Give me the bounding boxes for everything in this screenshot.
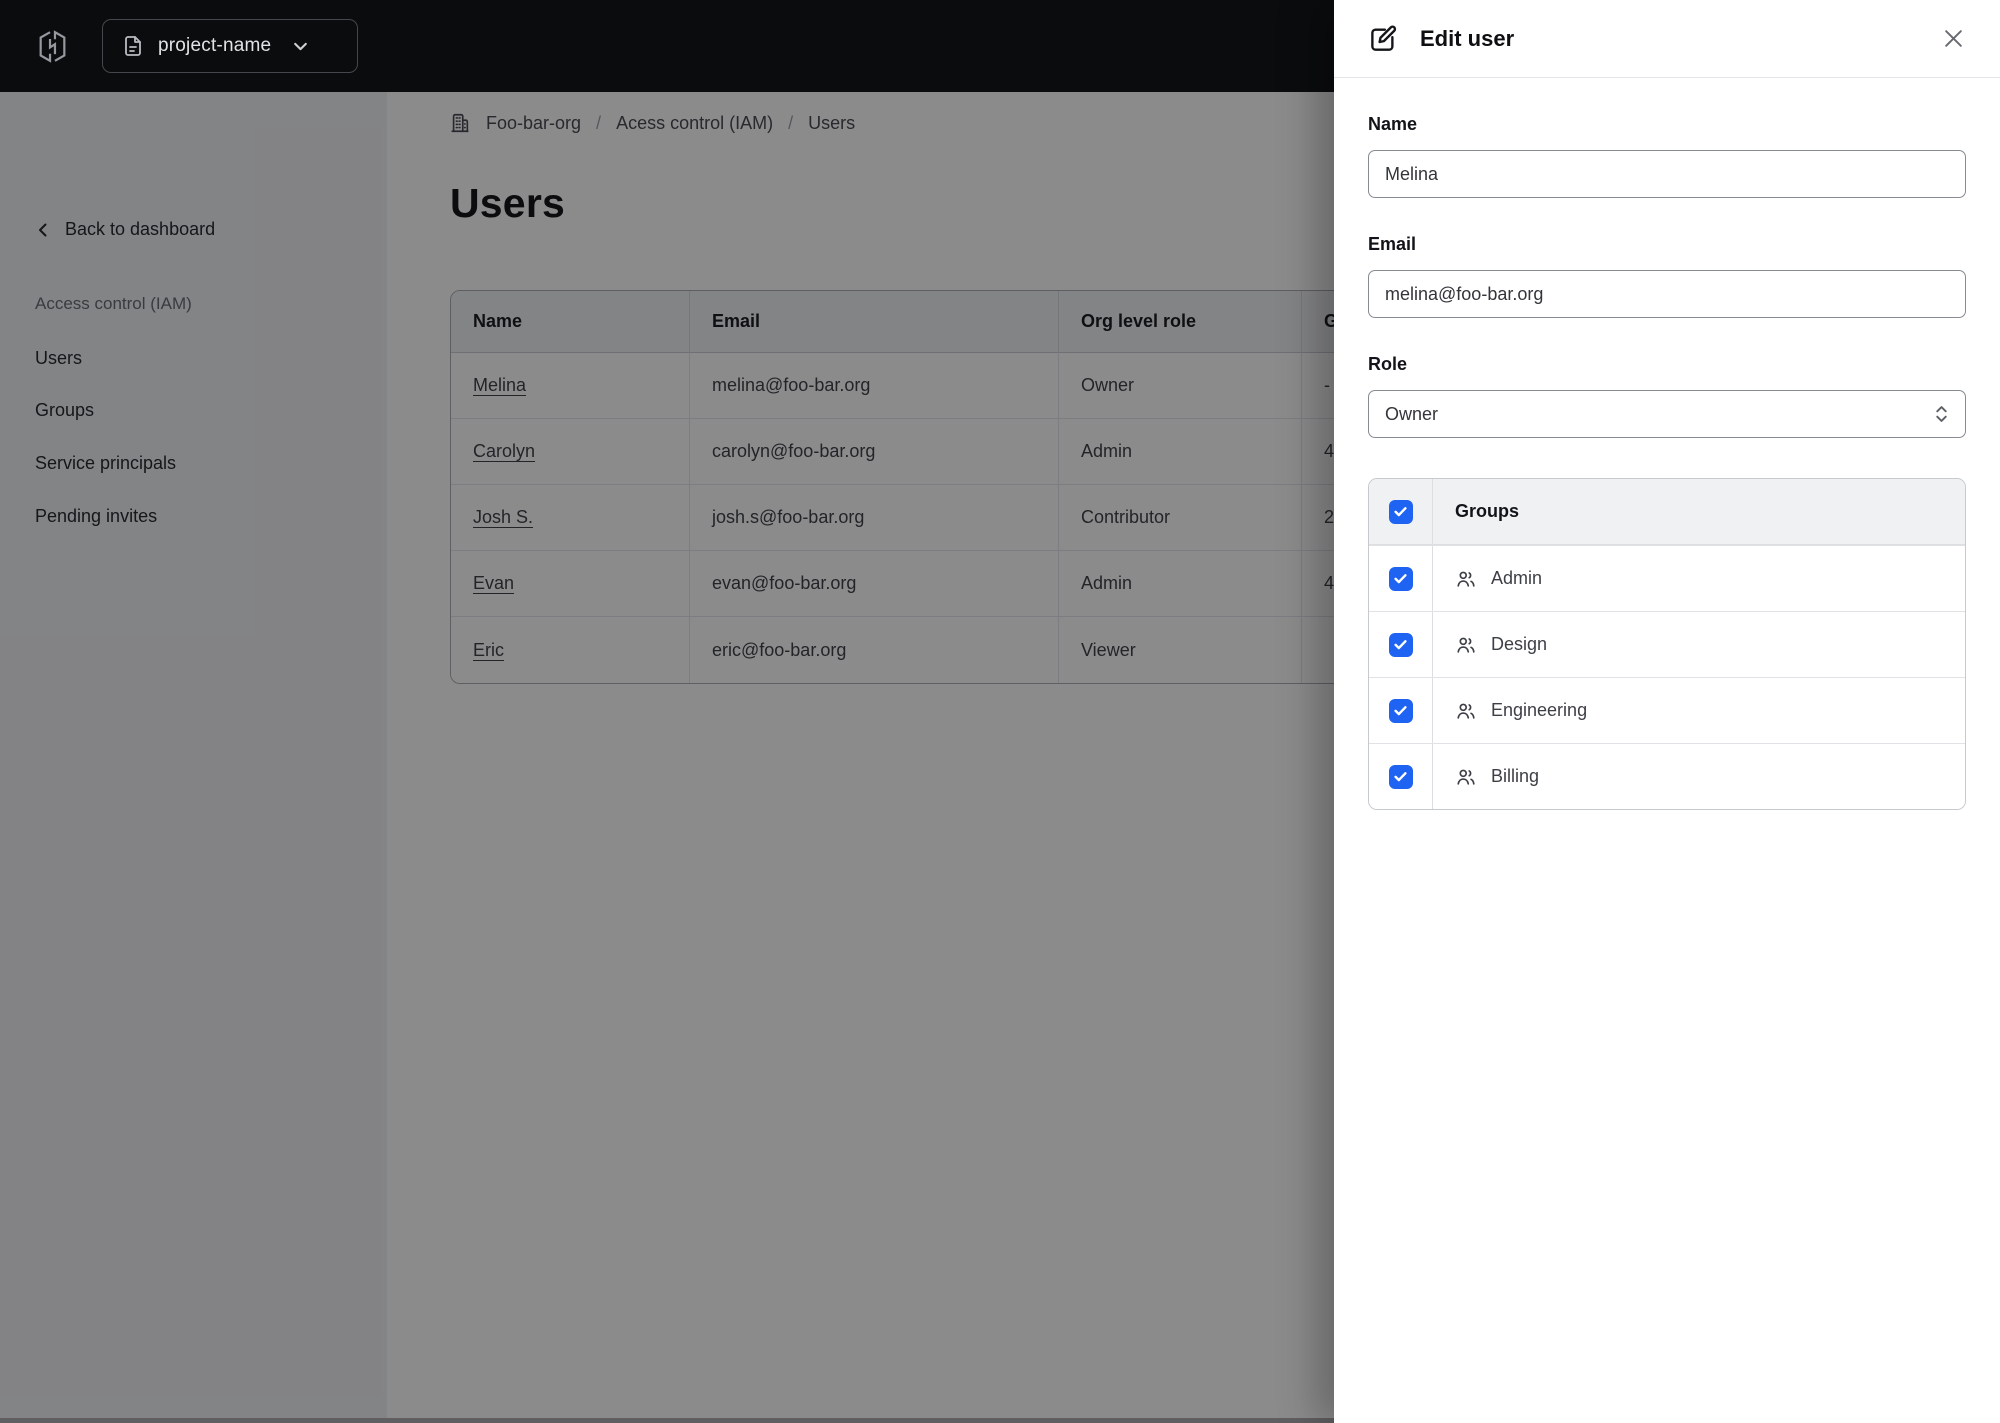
name-input[interactable]: [1368, 150, 1966, 198]
drawer-body: Name Email Role Owner Groups: [1334, 114, 2000, 810]
role-selected-value: Owner: [1385, 403, 1439, 424]
groups-header-row: Groups: [1369, 479, 1965, 545]
group-row-admin: Admin: [1369, 545, 1965, 611]
role-select[interactable]: Owner: [1368, 390, 1966, 438]
group-name: Billing: [1491, 766, 1540, 786]
groups-header-label: Groups: [1455, 501, 1520, 521]
close-icon: [1944, 30, 1962, 47]
select-all-cell: [1369, 479, 1433, 544]
group-checkbox-billing[interactable]: [1388, 764, 1413, 789]
email-field-label: Email: [1368, 234, 1417, 254]
group-name: Design: [1491, 634, 1548, 654]
drawer-header: Edit user: [1334, 0, 2000, 78]
users-group-icon: [1457, 637, 1475, 653]
group-checkbox-engineering[interactable]: [1388, 698, 1413, 723]
chevron-down-icon: [294, 42, 308, 50]
group-name: Admin: [1491, 568, 1543, 588]
edit-user-drawer: Edit user Name Email Role Owner: [1334, 0, 2000, 1423]
name-field-label: Name: [1368, 114, 1418, 134]
drawer-title: Edit user: [1420, 25, 1515, 51]
app-root: project-name Back to dashboard Access co…: [0, 0, 2000, 1423]
users-group-icon: [1457, 703, 1475, 719]
select-stepper-icon: [1936, 406, 1947, 422]
users-group-icon: [1457, 769, 1475, 785]
group-row-billing: Billing: [1369, 743, 1965, 809]
close-drawer-button[interactable]: [1936, 22, 1970, 56]
email-input[interactable]: [1368, 270, 1966, 318]
overlay-scrim[interactable]: [0, 92, 1334, 1423]
edit-pencil-icon: [1371, 25, 1397, 51]
group-name: Engineering: [1491, 700, 1588, 720]
document-icon: [125, 36, 141, 56]
group-checkbox-admin[interactable]: [1388, 566, 1413, 591]
hashicorp-logo-icon: [39, 30, 66, 63]
group-row-engineering: Engineering: [1369, 677, 1965, 743]
role-field-label: Role: [1368, 354, 1408, 374]
group-row-design: Design: [1369, 611, 1965, 677]
groups-selection-table: Groups Admin Design Engineering Billing: [1368, 478, 1966, 810]
users-group-icon: [1457, 571, 1475, 587]
group-checkbox-design[interactable]: [1388, 632, 1413, 657]
project-switcher-button[interactable]: project-name: [102, 19, 358, 73]
project-name-label: project-name: [158, 35, 272, 56]
select-all-groups-checkbox[interactable]: [1388, 499, 1413, 524]
